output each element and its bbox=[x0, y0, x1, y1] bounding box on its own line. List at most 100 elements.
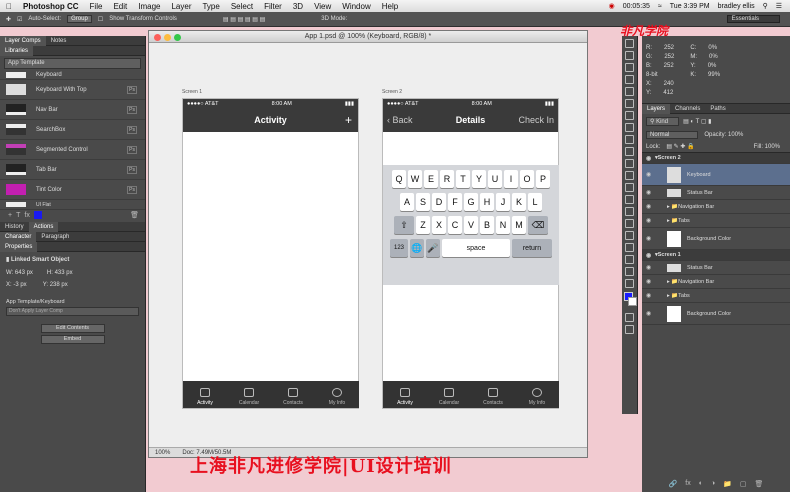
tab-layers[interactable]: Layers bbox=[642, 103, 671, 114]
apple-icon[interactable]:  bbox=[6, 2, 12, 11]
screen1-artboard[interactable]: ●●●●○ AT&T 8:00 AM ▮▮▮ Activity + Activity … bbox=[182, 98, 359, 409]
marquee-tool-icon[interactable] bbox=[625, 51, 634, 60]
plus-icon[interactable]: + bbox=[345, 113, 352, 127]
tab-activity[interactable]: Activity bbox=[183, 381, 227, 408]
shift-key[interactable]: ⇧ bbox=[394, 216, 414, 234]
key-q[interactable]: Q bbox=[392, 170, 406, 188]
menu-app[interactable]: Photoshop CC bbox=[23, 2, 79, 11]
menu-type[interactable]: Type bbox=[202, 2, 219, 11]
layer-row[interactable]: ◉ Background Color bbox=[642, 303, 790, 325]
close-window-button[interactable] bbox=[154, 34, 161, 41]
add-graphic-icon[interactable]: + bbox=[8, 212, 12, 219]
add-color-icon[interactable] bbox=[33, 211, 42, 219]
menu-file[interactable]: File bbox=[90, 2, 103, 11]
key-d[interactable]: D bbox=[432, 193, 446, 211]
eye-icon[interactable]: ◉ bbox=[646, 171, 655, 178]
library-item-nav-bar[interactable]: Nav Bar Ps bbox=[0, 100, 145, 120]
globe-key[interactable]: 🌐 bbox=[410, 239, 424, 257]
menu-3d[interactable]: 3D bbox=[293, 2, 303, 11]
layer-comp-select[interactable]: Don't Apply Layer Comp bbox=[6, 307, 139, 316]
library-item-segmented-control[interactable]: Segmented Control Ps bbox=[0, 140, 145, 160]
eye-icon[interactable]: ◉ bbox=[646, 292, 655, 299]
quick-mask-icon[interactable] bbox=[625, 313, 634, 322]
menu-layer[interactable]: Layer bbox=[171, 2, 191, 11]
eye-icon[interactable]: ◉ bbox=[646, 278, 655, 285]
menu-select[interactable]: Select bbox=[231, 2, 253, 11]
pen-tool-icon[interactable] bbox=[625, 207, 634, 216]
layer-row[interactable]: ◉ Status Bar bbox=[642, 261, 790, 275]
add-text-icon[interactable]: T bbox=[16, 212, 20, 219]
tab-channels[interactable]: Channels bbox=[670, 104, 705, 114]
key-g[interactable]: G bbox=[464, 193, 478, 211]
layer-row[interactable]: ◉ ▸ 📁 Navigation Bar bbox=[642, 275, 790, 289]
key-r[interactable]: R bbox=[440, 170, 454, 188]
background-color-swatch[interactable] bbox=[628, 297, 637, 306]
tab-contacts[interactable]: Contacts bbox=[271, 381, 315, 408]
lasso-tool-icon[interactable] bbox=[625, 63, 634, 72]
blend-mode-select[interactable]: Normal bbox=[646, 131, 699, 139]
hand-tool-icon[interactable] bbox=[625, 255, 634, 264]
color-swatches[interactable] bbox=[622, 292, 637, 310]
zoom-window-button[interactable] bbox=[174, 34, 181, 41]
back-button[interactable]: ‹ Back bbox=[387, 115, 413, 125]
trash-icon[interactable]: 🗑 bbox=[755, 480, 764, 488]
eye-icon[interactable]: ◉ bbox=[646, 310, 655, 317]
key-j[interactable]: J bbox=[496, 193, 510, 211]
tab-paths[interactable]: Paths bbox=[705, 104, 730, 114]
kind-filter-select[interactable]: ⚲ Kind bbox=[646, 117, 680, 126]
link-icon[interactable]: 🔗 bbox=[669, 480, 678, 488]
layer-row[interactable]: ◉ Status Bar bbox=[642, 186, 790, 200]
key-t[interactable]: T bbox=[456, 170, 470, 188]
record-icon[interactable]: ◉ bbox=[609, 2, 615, 10]
layer-row[interactable]: ◉ ▸ 📁 Tabs bbox=[642, 214, 790, 228]
key-i[interactable]: I bbox=[504, 170, 518, 188]
key-e[interactable]: E bbox=[424, 170, 438, 188]
layer-row[interactable]: ◉ Keyboard bbox=[642, 164, 790, 186]
canvas-area[interactable]: Screen 1 ●●●●○ AT&T 8:00 AM ▮▮▮ Activity + … bbox=[149, 43, 587, 447]
quick-select-tool-icon[interactable] bbox=[625, 75, 634, 84]
healing-tool-icon[interactable] bbox=[625, 111, 634, 120]
crop-tool-icon[interactable] bbox=[625, 87, 634, 96]
key-m[interactable]: M bbox=[512, 216, 526, 234]
library-item-keyboard[interactable]: Keyboard bbox=[0, 71, 145, 80]
x-field[interactable]: X: -3 px bbox=[6, 282, 27, 288]
library-item-tab-bar[interactable]: Tab Bar Ps bbox=[0, 160, 145, 180]
tab-contacts[interactable]: Contacts bbox=[471, 381, 515, 408]
menu-window[interactable]: Window bbox=[342, 2, 370, 11]
tab-calendar[interactable]: Calendar bbox=[427, 381, 471, 408]
menu-view[interactable]: View bbox=[314, 2, 331, 11]
group-select[interactable]: Group bbox=[67, 15, 92, 23]
tab-notes[interactable]: Notes bbox=[46, 36, 72, 46]
stamp-tool-icon[interactable] bbox=[625, 135, 634, 144]
list-icon[interactable]: ☰ bbox=[776, 2, 782, 10]
tab-activity[interactable]: Activity bbox=[383, 381, 427, 408]
key-p[interactable]: P bbox=[536, 170, 550, 188]
mic-key[interactable]: 🎤 bbox=[426, 239, 440, 257]
minimize-window-button[interactable] bbox=[164, 34, 171, 41]
tab-myinfo[interactable]: My Info bbox=[315, 381, 359, 408]
filter-icons[interactable]: ▤ ◐ T ▢ ▮ bbox=[683, 118, 711, 125]
clock[interactable]: Tue 3:39 PM bbox=[670, 3, 710, 10]
screen-mode-icon[interactable] bbox=[625, 325, 634, 334]
eye-icon[interactable]: ◉ bbox=[646, 203, 655, 210]
menu-help[interactable]: Help bbox=[382, 2, 398, 11]
key-s[interactable]: S bbox=[416, 193, 430, 211]
eye-icon[interactable]: ◉ bbox=[646, 235, 655, 242]
gradient-tool-icon[interactable] bbox=[625, 171, 634, 180]
width-field[interactable]: W: 643 px bbox=[6, 270, 33, 276]
key-w[interactable]: W bbox=[408, 170, 422, 188]
library-select[interactable]: App Template bbox=[4, 58, 141, 69]
y-field[interactable]: Y: 238 px bbox=[43, 282, 68, 288]
key-v[interactable]: V bbox=[464, 216, 478, 234]
menu-image[interactable]: Image bbox=[138, 2, 160, 11]
return-key[interactable]: return bbox=[512, 239, 552, 257]
eyedropper-tool-icon[interactable] bbox=[625, 99, 634, 108]
tab-myinfo[interactable]: My Info bbox=[515, 381, 559, 408]
key-b[interactable]: B bbox=[480, 216, 494, 234]
adjustment-icon[interactable]: ◑ bbox=[711, 480, 715, 488]
wifi-icon[interactable]: ≈ bbox=[658, 3, 662, 10]
delete-key[interactable]: ⌫ bbox=[528, 216, 548, 234]
height-field[interactable]: H: 433 px bbox=[47, 270, 73, 276]
eraser-tool-icon[interactable] bbox=[625, 159, 634, 168]
tab-libraries[interactable]: Libraries bbox=[0, 45, 34, 56]
